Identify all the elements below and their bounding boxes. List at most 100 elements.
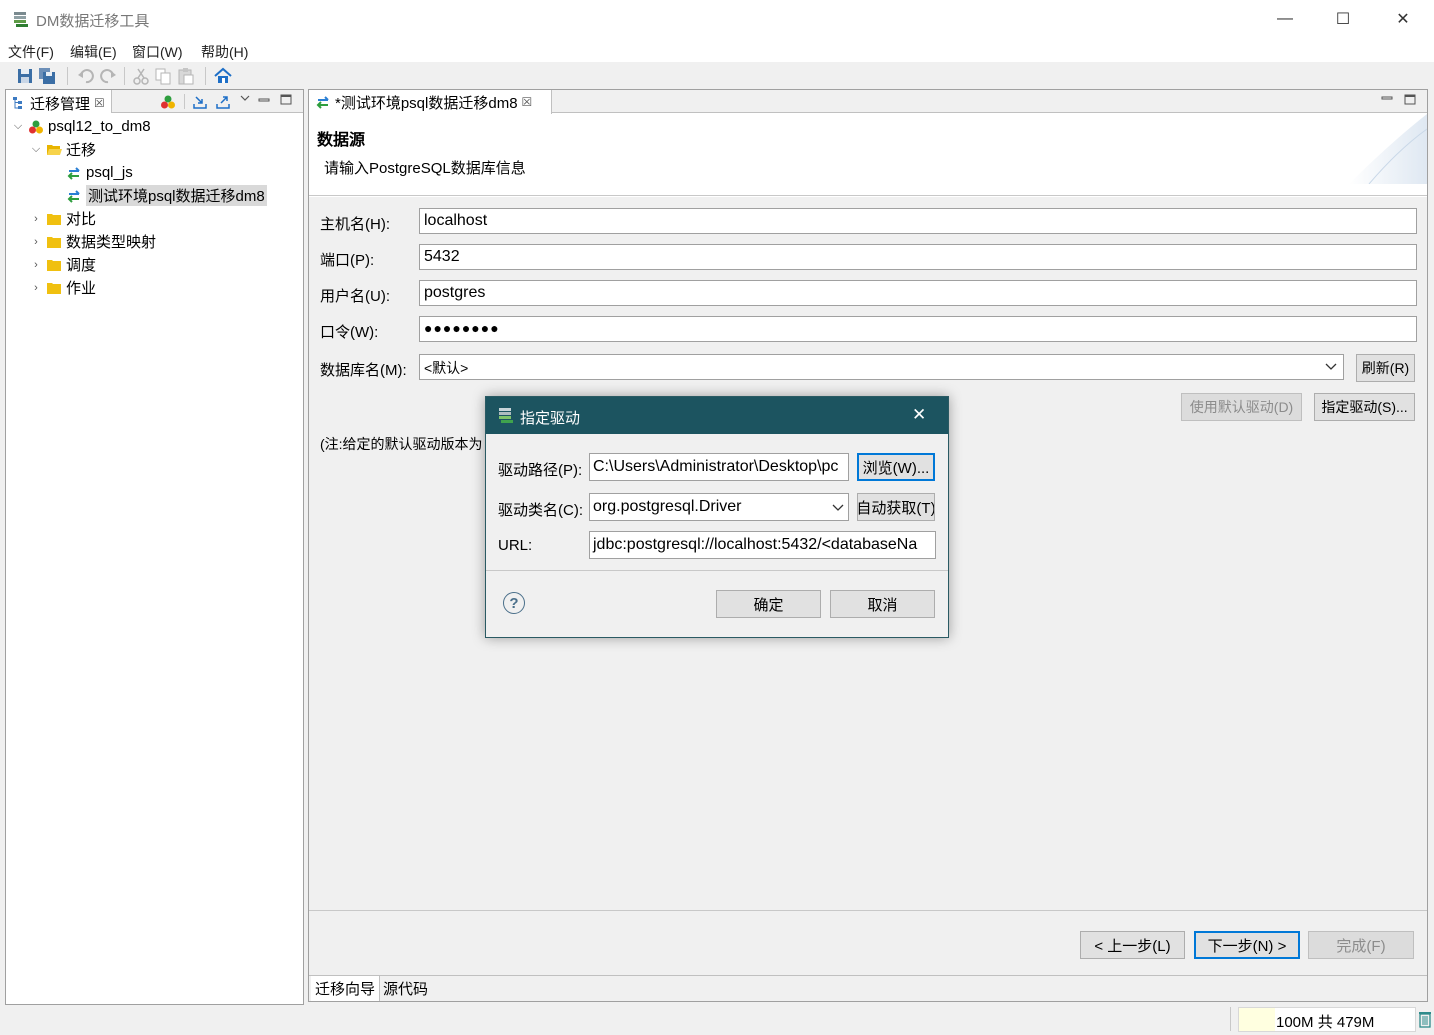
- driver-path-input[interactable]: C:\Users\Administrator\Desktop\pc: [589, 453, 849, 481]
- toolbar-separator: [184, 94, 185, 109]
- dropdown-chevron-icon: [832, 504, 844, 511]
- expanded-chevron-icon[interactable]: ⌵: [12, 120, 24, 133]
- toolbar: [0, 62, 1434, 89]
- back-button[interactable]: < 上一步(L): [1080, 931, 1185, 959]
- ok-button[interactable]: 确定: [716, 590, 821, 618]
- tree-item-label: 作业: [66, 280, 97, 297]
- menu-edit[interactable]: 编辑(E): [70, 42, 117, 62]
- maximize-button[interactable]: ☐: [1314, 0, 1372, 38]
- view-menu-icon[interactable]: [239, 93, 251, 103]
- save-icon[interactable]: [16, 67, 34, 85]
- collapsed-chevron-icon[interactable]: ›: [30, 213, 42, 225]
- status-bar: 100M 共 479M: [0, 1005, 1434, 1035]
- use-default-driver-button[interactable]: 使用默认驱动(D): [1181, 393, 1302, 421]
- tree-item-type-mapping-folder[interactable]: › 数据类型映射: [12, 230, 267, 253]
- tree-item-migration-folder[interactable]: ⌵ 迁移: [12, 138, 267, 161]
- tree-item-label: 数据类型映射: [66, 234, 157, 251]
- tree-item-project[interactable]: ⌵ psql12_to_dm8: [12, 115, 267, 138]
- tab-migration-wizard[interactable]: 迁移向导: [311, 976, 381, 1001]
- collapsed-chevron-icon[interactable]: ›: [30, 282, 42, 294]
- username-input[interactable]: postgres: [419, 280, 1417, 306]
- folder-icon: [47, 259, 61, 271]
- password-input[interactable]: ●●●●●●●●: [419, 316, 1417, 342]
- copy-icon[interactable]: [154, 67, 172, 85]
- close-tab-icon[interactable]: ☒: [94, 96, 105, 110]
- refresh-button[interactable]: 刷新(R): [1356, 354, 1415, 382]
- tab-label: 迁移管理: [30, 95, 91, 113]
- tree-item-label: 调度: [66, 257, 97, 274]
- expanded-chevron-icon[interactable]: ⌵: [30, 143, 42, 156]
- host-label: 主机名(H):: [320, 216, 390, 233]
- tree-item-compare-folder[interactable]: › 对比: [12, 207, 267, 230]
- tree-item-label: 迁移: [66, 142, 97, 159]
- tab-test-migration[interactable]: *测试环境psql数据迁移dm8 ☒: [309, 90, 552, 114]
- minimize-button[interactable]: —: [1256, 0, 1314, 38]
- dialog-app-icon: [499, 408, 513, 423]
- dialog-divider: [486, 570, 948, 571]
- tree-item-label: 对比: [66, 211, 97, 228]
- tab-migration-manager[interactable]: 迁移管理 ☒: [6, 90, 112, 113]
- collapsed-chevron-icon[interactable]: ›: [30, 236, 42, 248]
- maximize-view-icon[interactable]: [280, 94, 292, 106]
- dbname-select[interactable]: <默认>: [419, 354, 1344, 380]
- migration-icon: [67, 189, 80, 203]
- dbname-label: 数据库名(M):: [320, 362, 407, 379]
- cancel-button[interactable]: 取消: [830, 590, 935, 618]
- specify-driver-button[interactable]: 指定驱动(S)...: [1314, 393, 1415, 421]
- tree-view-icon: [13, 97, 22, 109]
- tab-label: *测试环境psql数据迁移dm8: [335, 94, 518, 112]
- toolbar-separator: [205, 67, 206, 85]
- dialog-title: 指定驱动: [520, 410, 581, 427]
- minimize-view-icon[interactable]: [258, 95, 270, 105]
- redo-icon[interactable]: [99, 67, 117, 85]
- garbage-collect-icon[interactable]: [1418, 1010, 1432, 1028]
- dbname-value: <默认>: [424, 360, 469, 376]
- collapsed-chevron-icon[interactable]: ›: [30, 259, 42, 271]
- menu-file[interactable]: 文件(F): [8, 42, 54, 62]
- port-input[interactable]: 5432: [419, 244, 1417, 270]
- tree-item-schedule-folder[interactable]: › 调度: [12, 253, 267, 276]
- tree-item-job-folder[interactable]: › 作业: [12, 276, 267, 299]
- driver-class-select[interactable]: org.postgresql.Driver: [589, 493, 849, 521]
- url-input[interactable]: jdbc:postgresql://localhost:5432/<databa…: [589, 531, 936, 559]
- tab-source-code[interactable]: 源代码: [379, 976, 432, 1001]
- migration-icon: [67, 166, 80, 180]
- memory-gauge: 100M 共 479M: [1238, 1007, 1416, 1032]
- toolbar-separator: [67, 67, 68, 85]
- username-label: 用户名(U):: [320, 288, 390, 305]
- save-all-icon[interactable]: [38, 67, 56, 85]
- tree-item-label: 测试环境psql数据迁移dm8: [86, 185, 267, 206]
- paste-icon[interactable]: [177, 67, 195, 85]
- driver-class-label: 驱动类名(C):: [498, 502, 583, 519]
- menu-window[interactable]: 窗口(W): [132, 42, 183, 62]
- dropdown-chevron-icon: [1325, 363, 1337, 370]
- tree-item-test-migration[interactable]: 测试环境psql数据迁移dm8: [12, 184, 267, 207]
- auto-detect-button[interactable]: 自动获取(T): [857, 493, 935, 521]
- minimize-editor-icon[interactable]: [1381, 94, 1393, 104]
- menu-help[interactable]: 帮助(H): [201, 42, 248, 62]
- close-tab-icon[interactable]: ☒: [522, 95, 533, 109]
- browse-button[interactable]: 浏览(W)...: [857, 453, 935, 481]
- import-icon[interactable]: [192, 94, 208, 110]
- tree-item-psql-js[interactable]: psql_js: [12, 161, 267, 184]
- help-icon[interactable]: ?: [503, 592, 525, 614]
- driver-version-note: (注:给定的默认驱动版本为: [320, 436, 483, 452]
- memory-text: 100M 共 479M: [1276, 1014, 1375, 1031]
- finish-button[interactable]: 完成(F): [1308, 931, 1414, 959]
- driver-class-value: org.postgresql.Driver: [593, 498, 742, 515]
- folder-icon: [47, 282, 61, 294]
- migration-manager-view: 迁移管理 ☒ ⌵ psql12_to_dm8 ⌵ 迁移 psql_js 测试环境…: [5, 89, 304, 1005]
- maximize-editor-icon[interactable]: [1404, 94, 1416, 106]
- close-window-button[interactable]: ✕: [1374, 0, 1432, 38]
- export-icon[interactable]: [215, 94, 231, 110]
- host-input[interactable]: localhost: [419, 208, 1417, 234]
- new-project-icon[interactable]: [160, 94, 176, 110]
- dialog-close-button[interactable]: ✕: [912, 405, 926, 425]
- memory-used-bar: [1239, 1008, 1275, 1031]
- cut-icon[interactable]: [132, 67, 150, 85]
- wizard-button-bar: < 上一步(L) 下一步(N) > 完成(F): [309, 910, 1427, 975]
- home-icon[interactable]: [214, 67, 232, 85]
- wizard-banner-graphic: [1349, 114, 1427, 184]
- undo-icon[interactable]: [77, 67, 95, 85]
- next-button[interactable]: 下一步(N) >: [1194, 931, 1300, 959]
